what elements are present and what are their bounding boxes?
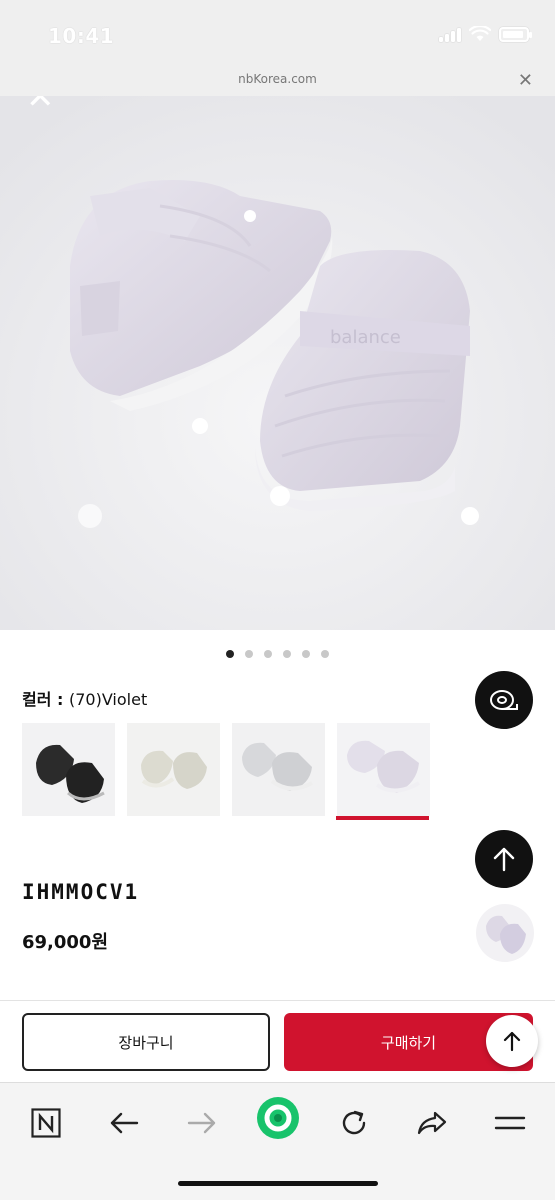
product-price: 69,000원 — [22, 932, 109, 953]
add-to-cart-button[interactable]: 장바구니 — [22, 1013, 270, 1071]
share-button[interactable] — [410, 1101, 454, 1145]
scroll-top-small-button[interactable] — [486, 1015, 538, 1067]
back-arrow-icon — [110, 1112, 139, 1134]
swatch-cream-image — [127, 723, 220, 816]
forward-button[interactable] — [180, 1101, 224, 1145]
color-swatches — [22, 723, 430, 816]
purchase-bar: 장바구니 구매하기 — [0, 1000, 555, 1082]
hero-close-icon[interactable]: ✕ — [26, 96, 56, 114]
color-label: 컬러 : (70)Violet — [22, 686, 147, 710]
carousel-dot[interactable] — [321, 650, 329, 658]
carousel-dot[interactable] — [245, 650, 253, 658]
status-bar: 10:41 — [0, 0, 555, 70]
carousel-indicator — [0, 650, 555, 658]
menu-icon — [494, 1116, 526, 1130]
home-indicator — [178, 1181, 378, 1186]
battery-icon — [499, 26, 532, 42]
swatch-violet-image — [337, 723, 430, 816]
url-text: nbKorea.com — [238, 72, 317, 86]
swatch-black[interactable] — [22, 723, 115, 816]
swatch-black-image — [22, 723, 115, 816]
url-bar[interactable]: nbKorea.com ✕ — [0, 70, 555, 96]
arrow-up-icon — [493, 847, 515, 872]
shoe-illustration: balance — [0, 96, 555, 630]
status-icons — [439, 26, 532, 42]
forward-arrow-icon — [187, 1112, 216, 1134]
color-label-prefix: 컬러 : — [22, 690, 69, 709]
wifi-icon — [469, 26, 491, 41]
naver-n-icon — [31, 1108, 61, 1138]
size-guide-button[interactable] — [475, 671, 533, 729]
url-close-icon[interactable]: ✕ — [518, 70, 533, 91]
carousel-dot[interactable] — [283, 650, 291, 658]
scroll-top-button[interactable] — [475, 830, 533, 888]
swatch-grey-image — [232, 723, 325, 816]
swatch-grey[interactable] — [232, 723, 325, 816]
carousel-dot[interactable] — [264, 650, 272, 658]
status-time: 10:41 — [48, 24, 115, 48]
color-value: (70)Violet — [68, 690, 148, 709]
signal-icon — [439, 26, 461, 42]
carousel-dot[interactable] — [226, 650, 234, 658]
carousel-dot[interactable] — [302, 650, 310, 658]
tape-measure-icon — [490, 690, 518, 710]
green-home-button[interactable] — [255, 1095, 301, 1141]
recent-product-image — [486, 915, 526, 954]
product-code: IHMMOCV1 — [22, 880, 140, 904]
swatch-cream[interactable] — [127, 723, 220, 816]
naver-n-button[interactable] — [24, 1101, 68, 1145]
swatch-selected-indicator — [336, 816, 429, 820]
product-hero-image[interactable]: balance ✕ — [0, 96, 555, 630]
share-icon — [417, 1111, 447, 1135]
menu-button[interactable] — [488, 1101, 532, 1145]
arrow-up-icon — [503, 1031, 521, 1052]
recent-product-thumbnail[interactable] — [476, 904, 534, 962]
back-button[interactable] — [102, 1101, 146, 1145]
refresh-button[interactable] — [332, 1101, 376, 1145]
green-home-icon — [257, 1097, 299, 1139]
refresh-icon — [342, 1110, 366, 1135]
swatch-violet[interactable] — [337, 723, 430, 816]
svg-text:balance: balance — [330, 327, 401, 348]
